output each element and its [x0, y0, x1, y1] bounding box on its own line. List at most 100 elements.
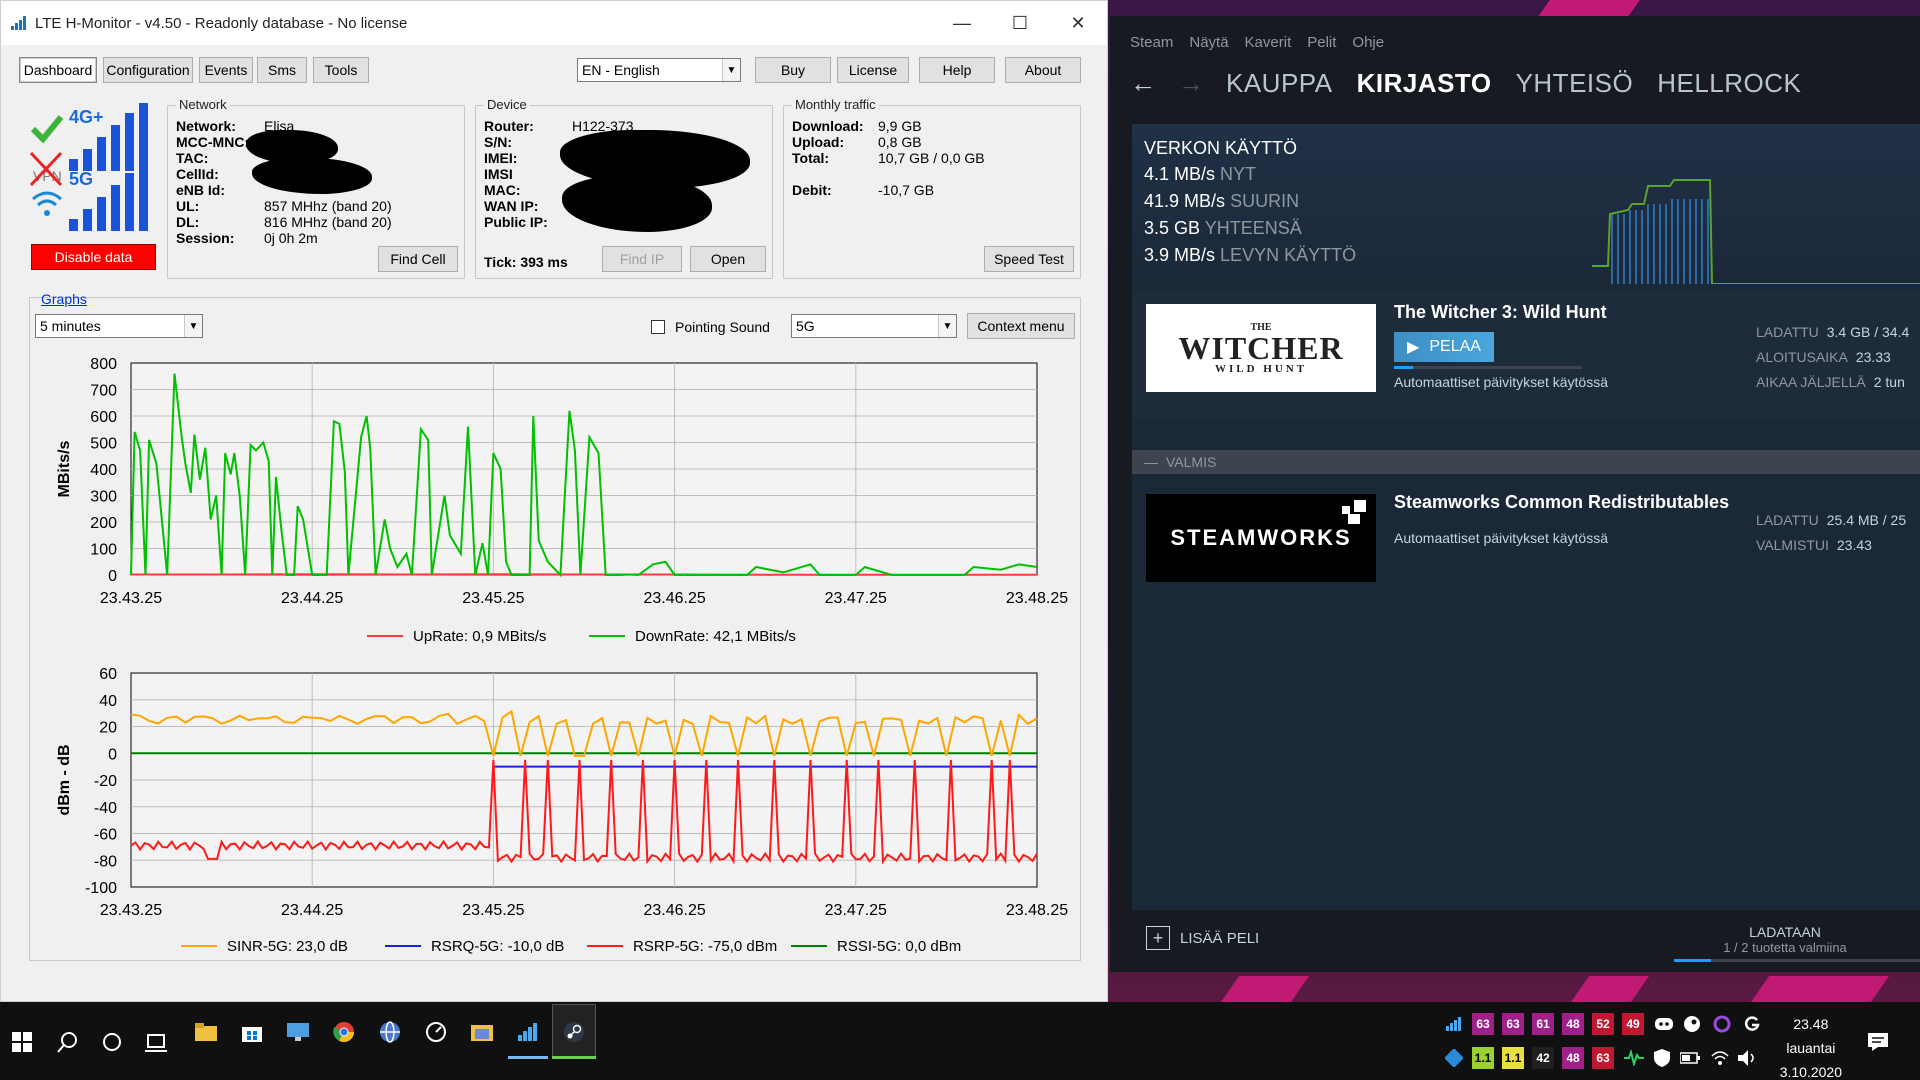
tray-badge[interactable]: 49 [1622, 1013, 1644, 1035]
forward-arrow-icon[interactable]: → [1178, 68, 1204, 99]
clock-date: 3.10.2020 [1779, 1064, 1842, 1080]
completed-section-header[interactable]: — VALMIS [1132, 450, 1920, 474]
taskbar-clock[interactable]: 23.48 lauantai 3.10.2020 [1780, 1012, 1842, 1080]
ring-app-icon[interactable] [1710, 1012, 1734, 1036]
y-tick-label: 200 [90, 515, 117, 532]
security-shield-icon[interactable] [1650, 1046, 1674, 1070]
x-tick-label: 23.45.25 [462, 590, 524, 607]
menu-view[interactable]: Näytä [1189, 34, 1228, 51]
steamworks-logo[interactable]: STEAMWORKS [1146, 494, 1376, 582]
store-icon[interactable] [240, 1020, 264, 1044]
back-arrow-icon[interactable]: ← [1130, 68, 1156, 99]
clock-day: lauantai [1786, 1040, 1836, 1056]
network-usage-title: VERKON KÄYTTÖ [1144, 138, 1298, 158]
tray-badge[interactable]: 42 [1532, 1047, 1554, 1069]
x-tick-label: 23.46.25 [643, 902, 705, 919]
volume-icon[interactable] [1736, 1046, 1760, 1070]
speedometer-icon[interactable] [424, 1020, 448, 1044]
cortana-icon[interactable] [100, 1030, 124, 1054]
completed-section-label: VALMIS [1166, 454, 1217, 470]
y-tick-label: 100 [90, 542, 117, 559]
y-tick-label: 40 [99, 693, 117, 710]
graphs-canvas: 800700600500400300200100023.43.25 23.44.2… [56, 356, 1068, 955]
steam-taskbar-highlight [552, 1004, 596, 1058]
menu-friends[interactable]: Kaverit [1245, 34, 1292, 51]
legend-label: SINR-5G: 23,0 dB [227, 938, 348, 955]
steam-window: Steam Näytä Kaverit Pelit Ohje ← → KAUPP… [1110, 16, 1920, 972]
net-peak-value: 41.9 MB/s [1144, 191, 1226, 211]
windows-start-icon[interactable] [10, 1030, 34, 1054]
play-label: PELAA [1429, 338, 1481, 355]
stat-value: 2 tun [1873, 374, 1905, 390]
y-tick-label: -80 [94, 853, 117, 870]
discord-icon[interactable] [1652, 1012, 1676, 1036]
file-explorer-icon[interactable] [194, 1020, 218, 1044]
y-tick-label: 700 [90, 383, 117, 400]
activity-monitor-icon[interactable] [1622, 1046, 1646, 1070]
chrome-icon[interactable] [332, 1020, 356, 1044]
y-axis-label: dBm - dB [56, 744, 73, 815]
nav-library[interactable]: KIRJASTO [1357, 68, 1492, 99]
tray-badge[interactable]: 63 [1502, 1013, 1524, 1035]
monitor-app-icon[interactable] [286, 1020, 310, 1044]
net-row-disk: 3.9 MB/s LEVYN KÄYTTÖ [1144, 245, 1356, 266]
x-tick-label: 23.48.25 [1006, 902, 1068, 919]
x-tick-label: 23.43.25 [100, 590, 162, 607]
menu-games[interactable]: Pelit [1307, 34, 1336, 51]
y-tick-label: 600 [90, 409, 117, 426]
browser-globe-icon[interactable] [378, 1020, 402, 1044]
battery-icon[interactable] [1678, 1046, 1702, 1070]
lte-monitor-taskbar-icon[interactable] [516, 1020, 540, 1044]
tray-lte-icon[interactable] [1442, 1012, 1466, 1036]
task-view-icon[interactable] [144, 1030, 168, 1054]
tray-badge[interactable]: 63 [1592, 1047, 1614, 1069]
witcher-logo[interactable]: THE WITCHER WILD HUNT [1146, 304, 1376, 392]
network-usage-panel: VERKON KÄYTTÖ 4.1 MB/s NYT 41.9 MB/s SUU… [1132, 124, 1920, 286]
download-status-title: LADATAAN [1749, 924, 1821, 940]
x-tick-label: 23.46.25 [643, 590, 705, 607]
y-tick-label: 800 [90, 356, 117, 373]
nav-profile[interactable]: HELLROCK [1657, 68, 1801, 99]
notifications-icon[interactable] [1866, 1030, 1890, 1054]
tray-network-tool-icon[interactable] [1442, 1046, 1466, 1070]
steam-footer: + LISÄÄ PELI LADATAAN 1 / 2 tuotetta val… [1132, 910, 1920, 972]
tray-badge[interactable]: 61 [1532, 1013, 1554, 1035]
wifi-icon[interactable] [1708, 1046, 1732, 1070]
steamworks-title[interactable]: Steamworks Common Redistributables [1394, 492, 1729, 513]
folder-app-icon[interactable] [470, 1020, 494, 1044]
nav-community[interactable]: YHTEISÖ [1516, 68, 1634, 99]
plus-icon: + [1146, 926, 1170, 950]
overall-progress-bar [1674, 959, 1920, 962]
net-peak-unit: SUURIN [1230, 191, 1300, 211]
legend-label: RSRP-5G: -75,0 dBm [633, 938, 777, 955]
stat-label: AIKAA JÄLJELLÄ [1756, 374, 1866, 390]
tray-badge[interactable]: 52 [1592, 1013, 1614, 1035]
steam-nav: ← → KAUPPA KIRJASTO YHTEISÖ HELLROCK [1130, 68, 1825, 99]
y-tick-label: 0 [108, 568, 117, 585]
play-button[interactable]: ▶ PELAA [1394, 332, 1494, 362]
tray-badge[interactable]: 63 [1472, 1013, 1494, 1035]
download-progress-fill [1394, 366, 1413, 369]
steam-tray-icon[interactable] [1680, 1012, 1704, 1036]
net-disk-value: 3.9 MB/s [1144, 245, 1216, 265]
logitech-icon[interactable] [1740, 1012, 1764, 1036]
witcher-stat-started: ALOITUSAIKA 23.33 [1756, 349, 1891, 365]
download-item-steamworks: STEAMWORKS Steamworks Common Redistribut… [1132, 474, 1920, 602]
legend-label: UpRate: 0,9 MBits/s [413, 628, 546, 645]
tray-badge[interactable]: 48 [1562, 1013, 1584, 1035]
nav-store[interactable]: KAUPPA [1226, 68, 1333, 99]
witcher-title[interactable]: The Witcher 3: Wild Hunt [1394, 302, 1607, 323]
y-tick-label: 0 [108, 746, 117, 763]
lte-taskbar-indicator [508, 1056, 548, 1059]
menu-steam[interactable]: Steam [1130, 34, 1173, 51]
add-game-button[interactable]: + LISÄÄ PELI [1146, 926, 1259, 950]
tray-badge[interactable]: 48 [1562, 1047, 1584, 1069]
download-status[interactable]: LADATAAN 1 / 2 tuotetta valmiina [1650, 924, 1920, 962]
x-tick-label: 23.43.25 [100, 902, 162, 919]
legend-label: RSSI-5G: 0,0 dBm [837, 938, 961, 955]
search-icon[interactable] [56, 1030, 80, 1054]
witcher-logo-main: WITCHER [1178, 329, 1344, 366]
tray-badge[interactable]: 1.1 [1502, 1047, 1524, 1069]
tray-badge[interactable]: 1.1 [1472, 1047, 1494, 1069]
menu-help[interactable]: Ohje [1352, 34, 1384, 51]
